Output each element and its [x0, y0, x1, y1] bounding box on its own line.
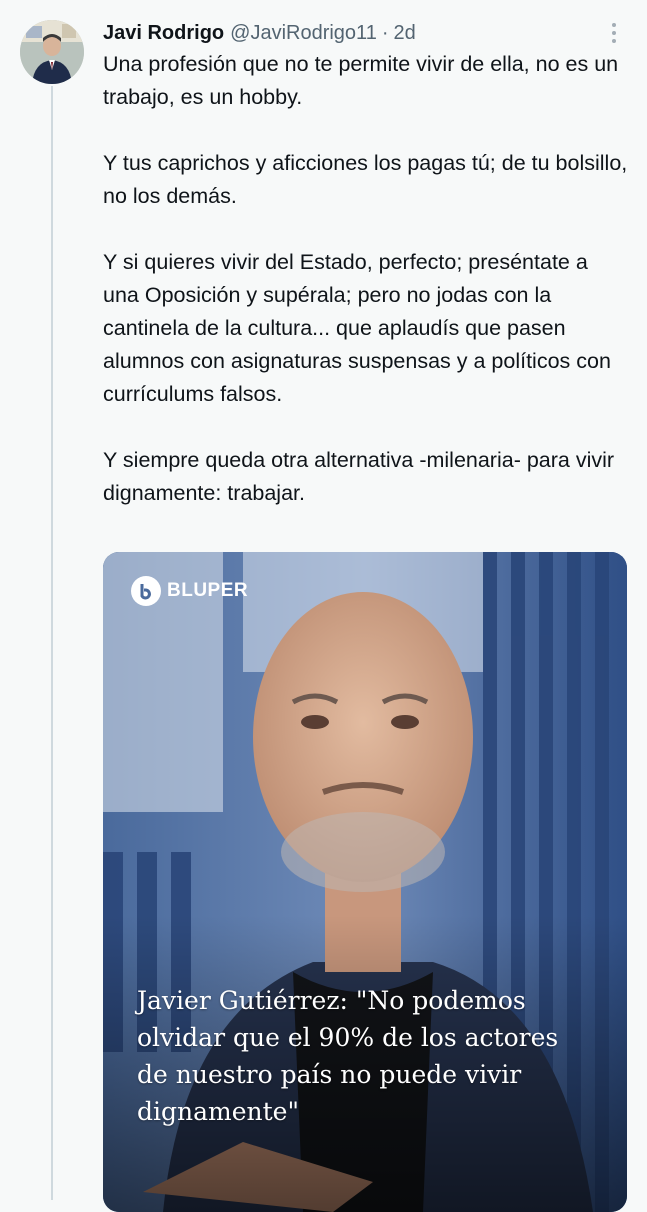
bluper-brand: BLUPER: [131, 576, 248, 606]
media-headline: Javier Gutiérrez: "No podemos olvidar qu…: [137, 986, 559, 1126]
tweet-paragraph: Y si quieres vivir del Estado, perfecto;…: [103, 250, 611, 406]
author-handle[interactable]: @JaviRodrigo11: [230, 22, 377, 45]
bluper-wordmark: BLUPER: [167, 580, 249, 601]
tweet-media-image[interactable]: BLUPER Javier Gutiérrez: "No podemos olv…: [103, 552, 627, 1212]
tweet-timestamp[interactable]: 2d: [393, 22, 415, 45]
thread-line: [51, 86, 53, 1200]
avatar-image: [20, 20, 84, 84]
more-dot: [612, 23, 616, 27]
tweet-header: Javi Rodrigo @JaviRodrigo11 · 2d: [103, 18, 416, 48]
tweet-paragraph: Y tus caprichos y aficciones los pagas t…: [103, 151, 628, 208]
separator-dot: ·: [381, 21, 389, 44]
author-display-name[interactable]: Javi Rodrigo: [103, 22, 224, 45]
tweet-paragraph: Y siempre queda otra alternativa -milena…: [103, 448, 615, 505]
more-options-icon[interactable]: [602, 20, 626, 46]
tweet-text: Una profesión que no te permite vivir de…: [103, 48, 628, 510]
bluper-logo-icon: [131, 576, 161, 606]
more-dot: [612, 31, 616, 35]
avatar[interactable]: [20, 20, 84, 84]
more-dot: [612, 39, 616, 43]
tweet-paragraph: Una profesión que no te permite vivir de…: [103, 52, 619, 109]
